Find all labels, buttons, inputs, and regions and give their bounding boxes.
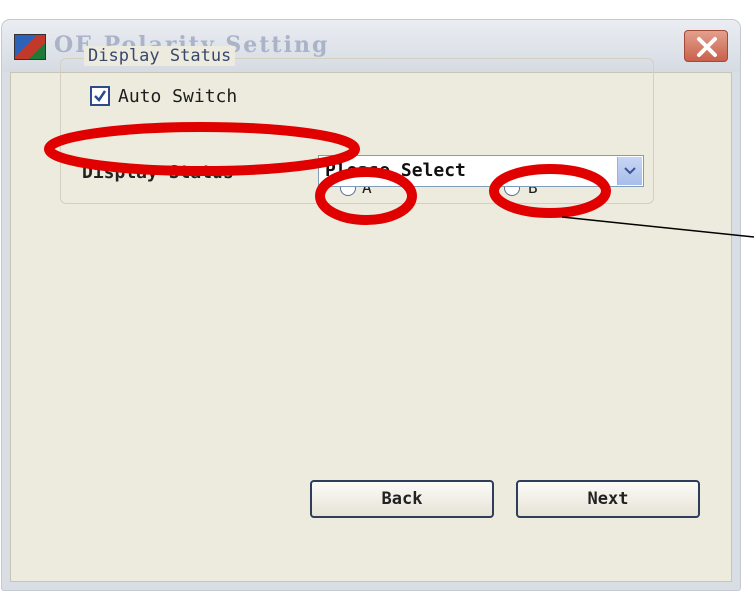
close-button[interactable] xyxy=(684,30,728,62)
group-legend: Display Status xyxy=(84,46,236,66)
next-button[interactable]: Next xyxy=(516,480,700,518)
chevron-down-icon xyxy=(624,167,636,175)
display-status-label: Display Status xyxy=(82,162,234,183)
checkmark-icon xyxy=(94,90,107,102)
auto-switch-label[interactable]: Auto Switch xyxy=(118,86,237,107)
back-button[interactable]: Back xyxy=(310,480,494,518)
close-icon xyxy=(697,37,717,57)
dropdown-button[interactable] xyxy=(617,157,642,185)
auto-switch-checkbox[interactable] xyxy=(90,86,110,106)
app-icon xyxy=(14,34,46,60)
display-status-select[interactable]: Please Select xyxy=(318,155,644,187)
select-value: Please Select xyxy=(325,160,466,181)
